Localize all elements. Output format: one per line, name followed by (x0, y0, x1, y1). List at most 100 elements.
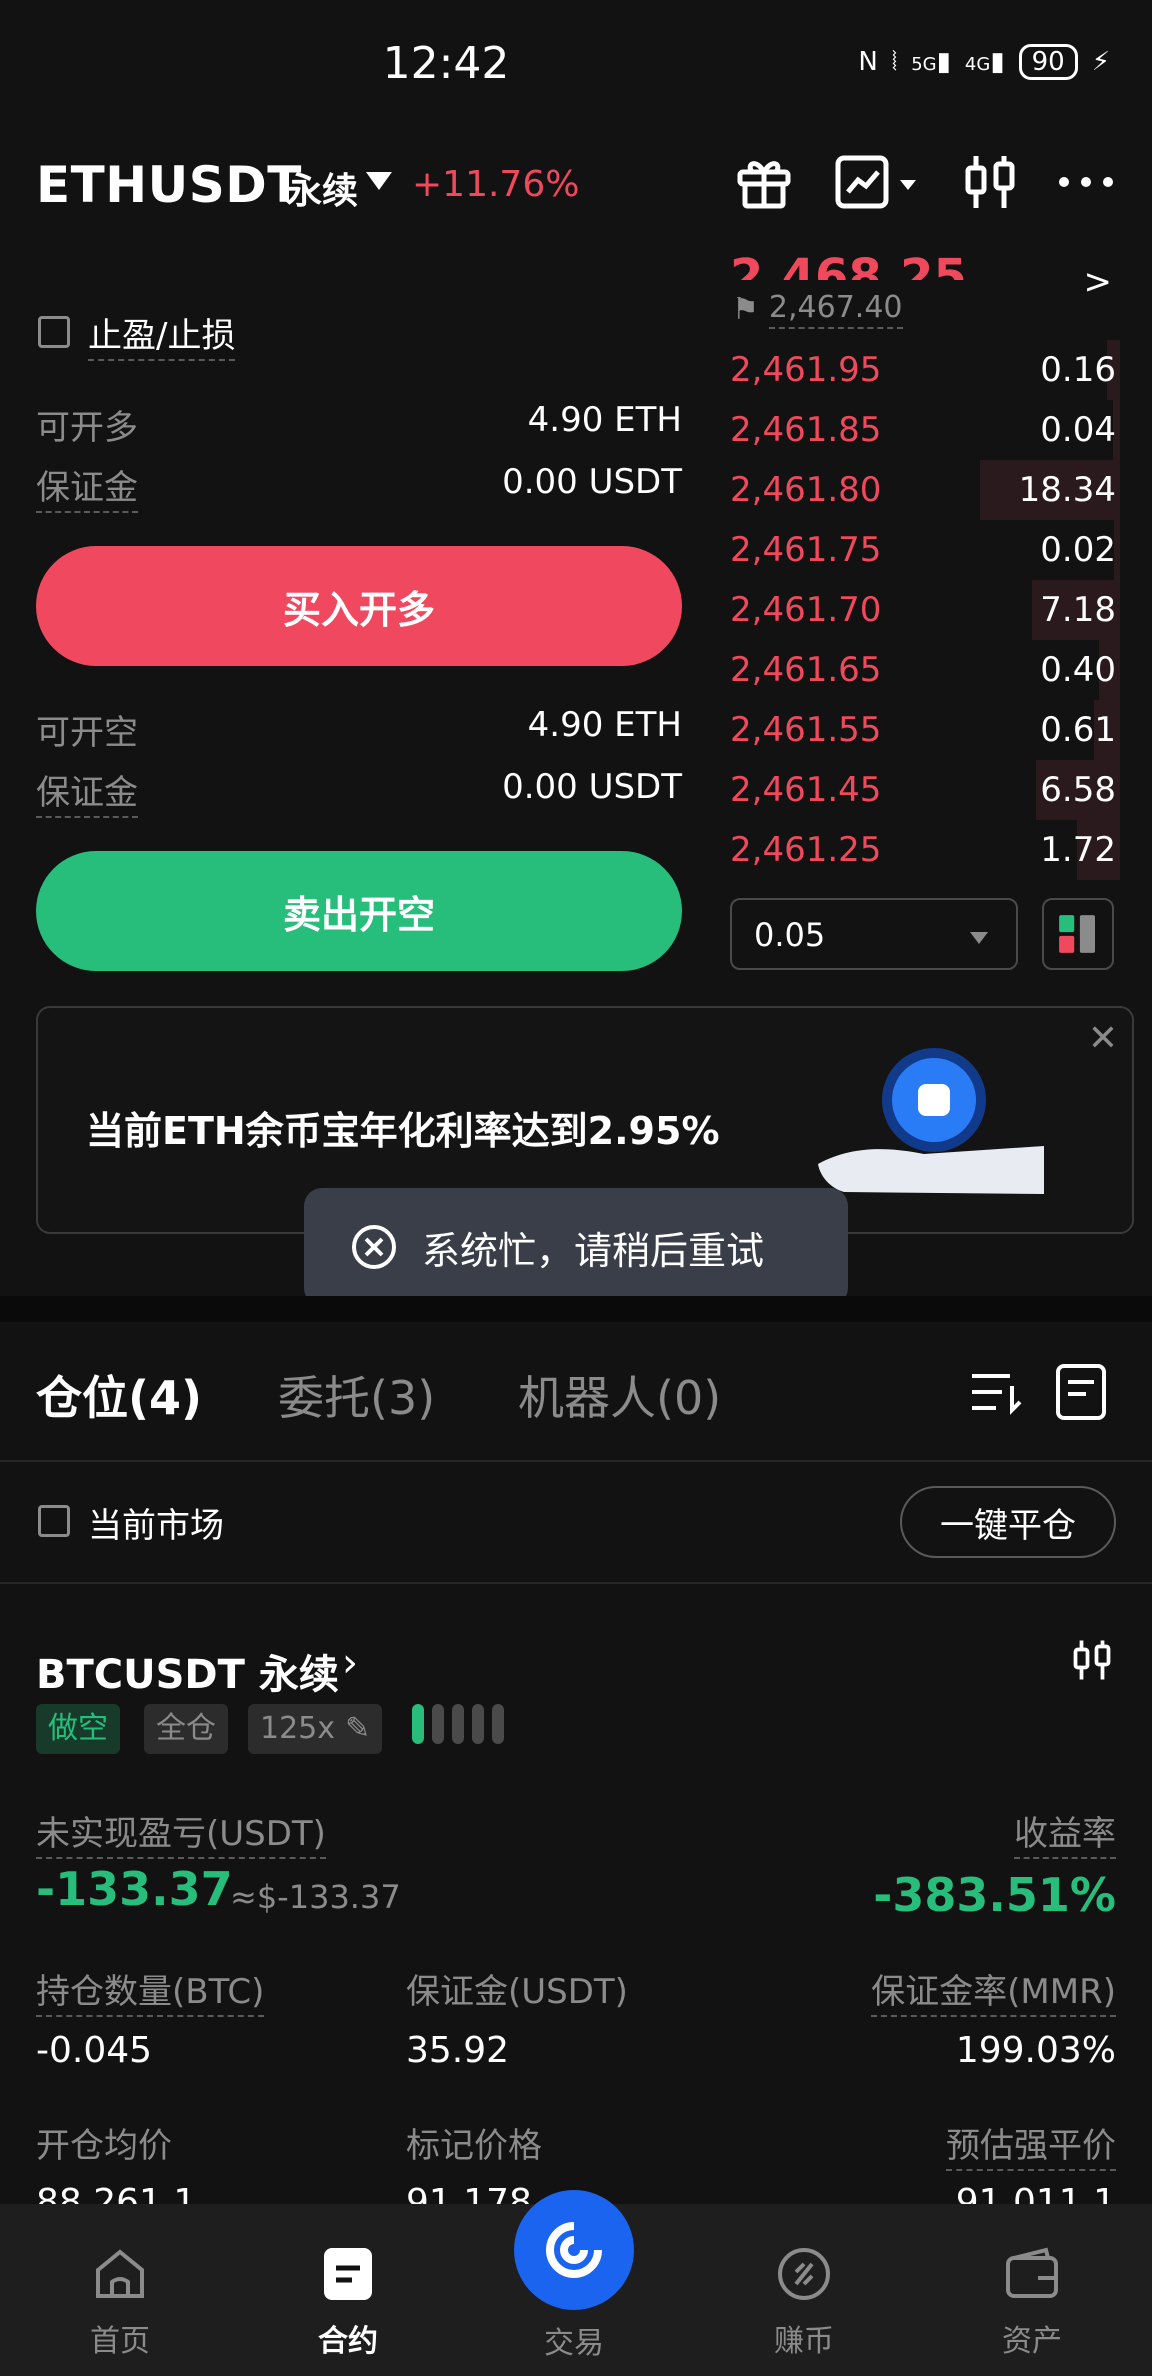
roi-value: -383.51% (873, 1868, 1116, 1922)
chevron-right-icon[interactable]: › (342, 1640, 358, 1686)
ask-price: 2,461.80 (730, 470, 882, 510)
buy-long-button[interactable]: 买入开多 (36, 546, 682, 666)
home-icon (96, 2249, 144, 2298)
mmr-value: 199.03% (955, 2030, 1116, 2071)
status-icons: N ⦚ 5G▮ 4G▮ 90 ⚡ (858, 44, 1110, 80)
order-book-row[interactable]: 2,461.95 0.16 (700, 340, 1120, 400)
price-change: +11.76% (412, 164, 580, 205)
earn-icon (778, 2248, 830, 2300)
contract-type-label[interactable]: 永续 (286, 162, 358, 214)
order-book-row[interactable]: 2,461.85 0.04 (700, 400, 1120, 460)
order-book-row[interactable]: 2,461.25 1.72 (700, 820, 1120, 880)
book-layout-icon[interactable] (1042, 898, 1114, 970)
chevron-right-icon[interactable]: > (1084, 262, 1113, 302)
sort-icon[interactable] (966, 1362, 1026, 1422)
tabs-divider (0, 1460, 1152, 1462)
filter-divider (0, 1582, 1152, 1584)
pair-title[interactable]: ETHUSDT (36, 156, 302, 214)
sell-short-button[interactable]: 卖出开空 (36, 851, 682, 971)
ask-qty: 0.61 (1040, 710, 1116, 750)
tab-positions[interactable]: 仓位(4) (36, 1362, 202, 1428)
adl-bar (472, 1704, 484, 1744)
mark-price-label: 标记价格 (406, 2126, 542, 2166)
nav-assets[interactable]: 资产 (942, 2244, 1122, 2360)
unrealized-pnl-usd: ≈$-133.37 (230, 1878, 401, 1916)
ask-qty: 7.18 (1040, 590, 1116, 630)
nav-earn-label: 赚币 (774, 2324, 834, 2359)
vibrate-icon: ⦚ (891, 46, 898, 77)
ask-qty: 6.58 (1040, 770, 1116, 810)
adl-bar (452, 1704, 464, 1744)
tab-bots[interactable]: 机器人(0) (518, 1362, 721, 1428)
current-market-label[interactable]: 当前市场 (88, 1498, 224, 1547)
mmr-label[interactable]: 保证金率(MMR) (871, 1964, 1116, 2017)
tick-size-select[interactable]: 0.05 (730, 898, 1018, 970)
order-book-row[interactable]: 2,461.80 18.34 (700, 460, 1120, 520)
entry-price-label: 开仓均价 (36, 2126, 172, 2166)
chevron-down-icon (970, 932, 988, 944)
net-5g-label: 5G (911, 54, 937, 75)
gift-icon[interactable] (732, 150, 796, 214)
roi-label[interactable]: 收益率 (1014, 1806, 1116, 1859)
charging-icon: ⚡ (1091, 47, 1110, 77)
long-available-label: 可开多 (36, 408, 138, 448)
net-4g-label: 4G (964, 54, 991, 75)
short-available-value: 4.90 ETH (527, 705, 682, 745)
ask-price: 2,461.55 (730, 710, 882, 750)
ask-price: 2,461.95 (730, 350, 882, 390)
ask-qty: 18.34 (1018, 470, 1116, 510)
nav-trade-button[interactable] (514, 2190, 634, 2310)
long-margin-label[interactable]: 保证金 (36, 460, 138, 513)
liq-price-label[interactable]: 预估强平价 (946, 2118, 1116, 2171)
size-label[interactable]: 持仓数量(BTC) (36, 1964, 265, 2017)
order-book-row[interactable]: 2,461.55 0.61 (700, 700, 1120, 760)
adl-indicator (412, 1704, 504, 1744)
nav-contract[interactable]: 合约 (258, 2244, 438, 2360)
nav-earn[interactable]: 赚币 (714, 2244, 894, 2360)
edit-icon: ✎ (345, 1711, 371, 1746)
more-icon[interactable] (1054, 150, 1118, 214)
last-price: 2,468.25 (730, 249, 967, 280)
ask-price: 2,461.45 (730, 770, 882, 810)
nav-assets-label: 资产 (1002, 2324, 1062, 2359)
order-book-row[interactable]: 2,461.70 7.18 (700, 580, 1120, 640)
nav-contract-label: 合约 (318, 2324, 378, 2359)
current-market-checkbox[interactable] (38, 1505, 70, 1537)
tpsl-label[interactable]: 止盈/止损 (88, 308, 236, 361)
position-symbol[interactable]: BTCUSDT 永续 (36, 1642, 339, 1700)
ask-qty: 0.40 (1040, 650, 1116, 690)
tab-orders[interactable]: 委托(3) (278, 1362, 435, 1428)
tpsl-checkbox[interactable] (38, 316, 70, 348)
adl-bar (412, 1704, 424, 1744)
pair-dropdown-icon[interactable] (366, 172, 392, 190)
order-book-row[interactable]: 2,461.65 0.40 (700, 640, 1120, 700)
contract-icon (324, 2248, 372, 2300)
history-icon[interactable] (1052, 1362, 1112, 1422)
mark-price: ⚑ 2,467.40 (732, 290, 903, 329)
unrealized-pnl-label[interactable]: 未实现盈亏(USDT) (36, 1806, 326, 1859)
signal-5g-icon: 5G▮ (911, 47, 951, 77)
ask-qty: 0.02 (1040, 530, 1116, 570)
status-time: 12:42 (382, 38, 510, 89)
candlestick-icon[interactable] (1068, 1636, 1116, 1684)
nav-trade-label: 交易 (544, 2326, 604, 2361)
margin-value: 35.92 (406, 2030, 510, 2071)
toast-text: 系统忙，请稍后重试 (422, 1228, 765, 1273)
order-book-row[interactable]: 2,461.75 0.02 (700, 520, 1120, 580)
close-icon[interactable]: ✕ (1088, 1018, 1118, 1059)
long-margin-value: 0.00 USDT (502, 462, 682, 502)
error-icon (352, 1225, 396, 1269)
candlestick-icon[interactable] (958, 150, 1022, 214)
mark-price-value: 2,467.40 (768, 290, 903, 329)
chart-icon[interactable] (834, 150, 924, 214)
leverage-tag[interactable]: 125x ✎ (248, 1704, 383, 1754)
short-margin-label[interactable]: 保证金 (36, 765, 138, 818)
tick-size-value: 0.05 (754, 916, 826, 954)
close-all-button[interactable]: 一键平仓 (900, 1486, 1116, 1558)
order-book-row[interactable]: 2,461.45 6.58 (700, 760, 1120, 820)
nav-home[interactable]: 首页 (30, 2244, 210, 2360)
nfc-icon: N (858, 47, 878, 77)
ask-price: 2,461.85 (730, 410, 882, 450)
ask-price: 2,461.70 (730, 590, 882, 630)
margin-label: 保证金(USDT) (406, 1972, 628, 2012)
